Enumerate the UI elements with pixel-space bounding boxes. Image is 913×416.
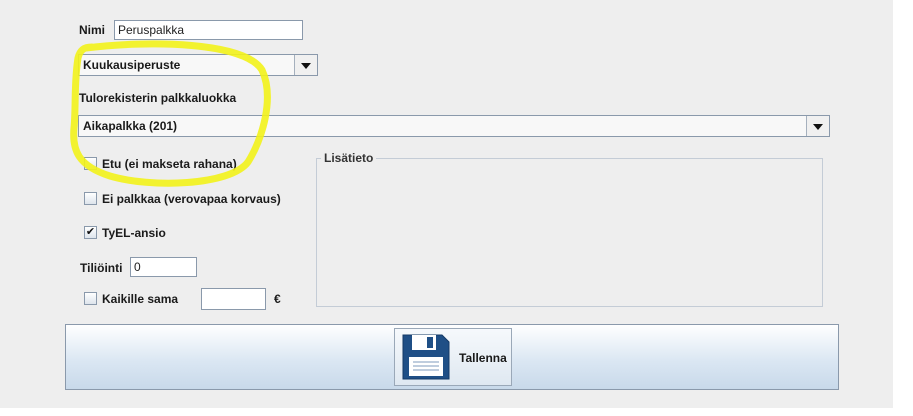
save-button[interactable]: Tallenna xyxy=(394,328,512,386)
chevron-down-icon xyxy=(813,124,823,130)
income-register-select-arrow[interactable] xyxy=(806,116,829,136)
name-input[interactable]: Peruspalkka xyxy=(114,20,303,40)
same-for-all-amount-input[interactable] xyxy=(201,288,266,310)
save-button-label: Tallenna xyxy=(459,351,507,365)
basis-select[interactable]: Kuukausiperuste xyxy=(78,54,318,76)
checkmark-icon: ✔ xyxy=(85,226,96,238)
chevron-down-icon xyxy=(301,63,311,69)
benefit-checkbox-label[interactable]: Etu (ei makseta rahana) xyxy=(102,157,237,171)
income-register-select[interactable]: Aikapalkka (201) xyxy=(78,115,830,137)
account-label: Tiliöinti xyxy=(80,261,123,275)
tyel-checkbox[interactable]: ✔ xyxy=(84,226,97,239)
name-label: Nimi xyxy=(79,23,106,37)
income-register-label: Tulorekisterin palkkaluokka xyxy=(79,91,237,105)
account-input[interactable]: 0 xyxy=(130,257,197,277)
benefit-checkbox[interactable] xyxy=(84,157,97,170)
additional-info-group[interactable]: Lisätieto xyxy=(316,151,823,307)
basis-select-value: Kuukausiperuste xyxy=(83,58,181,72)
same-for-all-checkbox[interactable] xyxy=(84,292,97,305)
payroll-item-form: Nimi Peruspalkka Kuukausiperuste Tulorek… xyxy=(0,0,893,408)
same-for-all-checkbox-label[interactable]: Kaikille sama xyxy=(102,292,178,306)
basis-select-arrow[interactable] xyxy=(294,55,317,75)
additional-info-title: Lisätieto xyxy=(321,151,377,165)
tyel-checkbox-label[interactable]: TyEL-ansio xyxy=(102,226,166,240)
save-bar: Tallenna xyxy=(65,324,839,390)
no-salary-checkbox-label[interactable]: Ei palkkaa (verovapaa korvaus) xyxy=(102,192,281,206)
no-salary-checkbox[interactable] xyxy=(84,192,97,205)
floppy-disk-icon xyxy=(402,334,450,380)
income-register-select-value: Aikapalkka (201) xyxy=(83,119,178,133)
currency-label: € xyxy=(274,292,281,306)
